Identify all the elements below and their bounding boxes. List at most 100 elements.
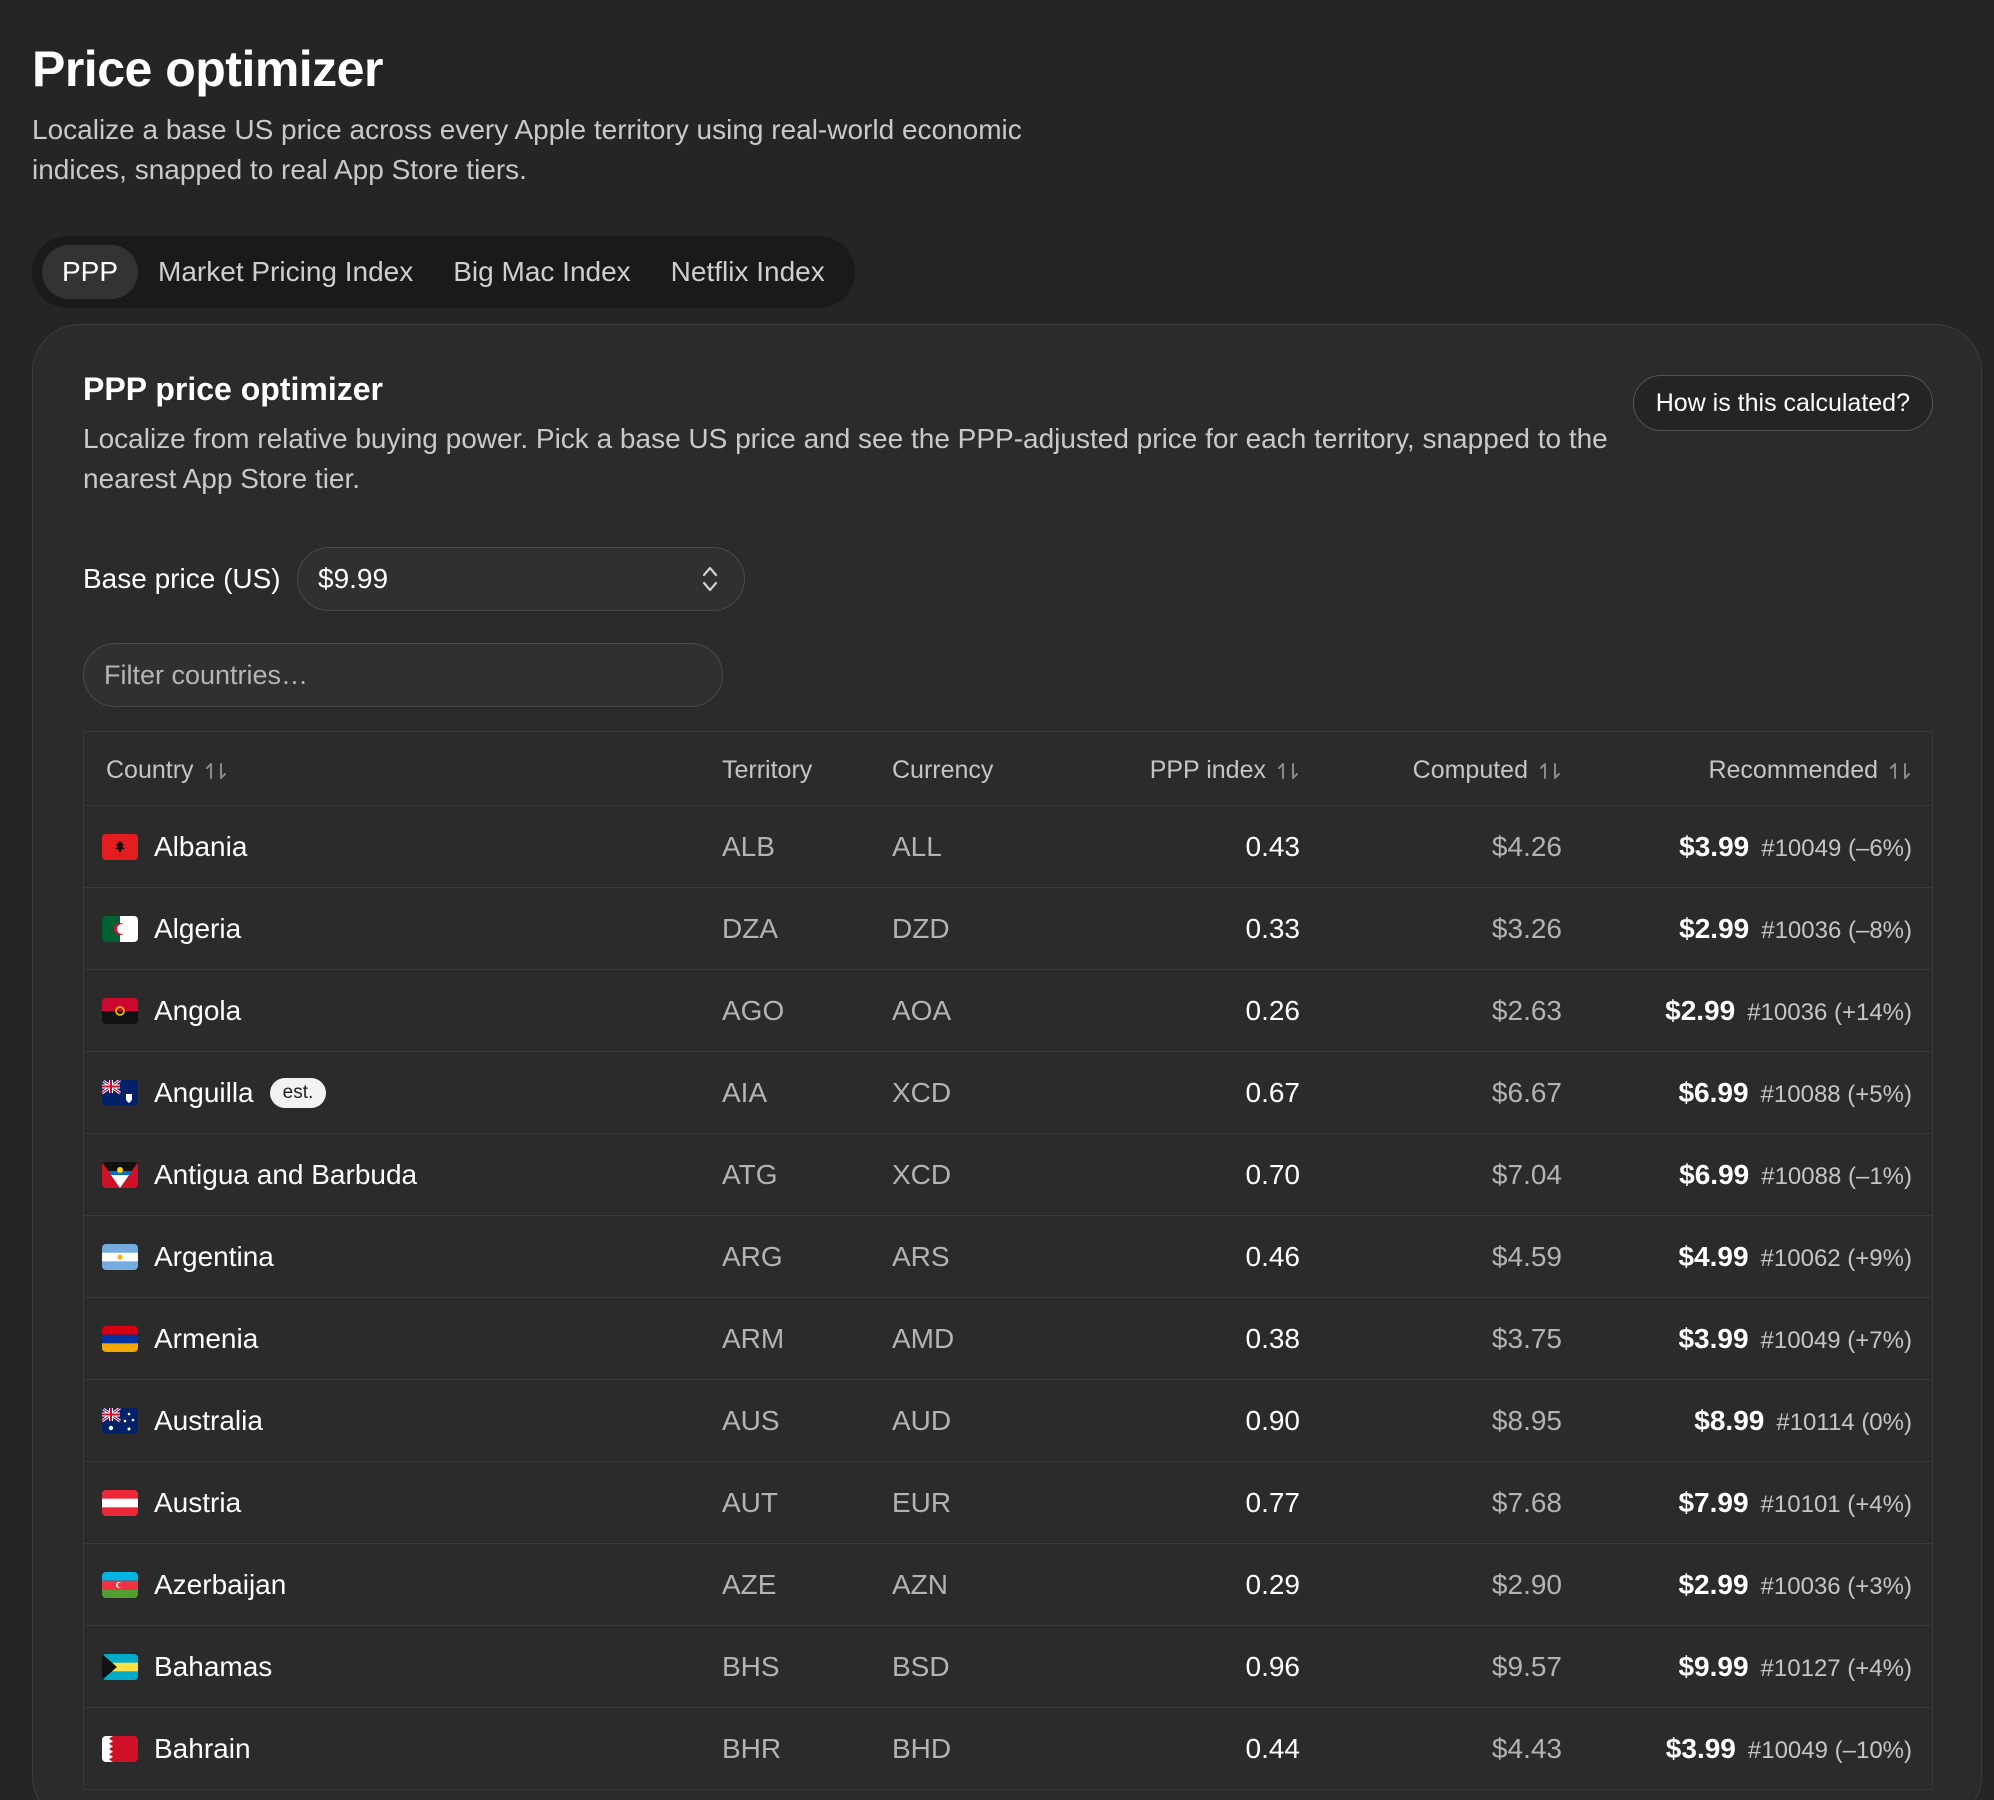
recommended-price: $2.99 xyxy=(1678,1569,1749,1600)
computed-price-cell: $3.75 xyxy=(1491,1323,1562,1354)
recommended-cell: $2.99 #10036 (+14%) xyxy=(1665,970,1912,1052)
country-name: Albania xyxy=(154,831,248,862)
country-cell: Anguilla est. xyxy=(102,1052,327,1134)
column-header-ppp-index[interactable]: PPP index xyxy=(1150,756,1300,785)
recommended-price: $9.99 xyxy=(1678,1651,1749,1682)
tab-market-pricing-index[interactable]: Market Pricing Index xyxy=(138,245,433,299)
recommended-cell: $6.99 #10088 (+5%) xyxy=(1678,1052,1912,1134)
currency-cell: AZN xyxy=(892,1569,948,1600)
recommended-price: $2.99 xyxy=(1679,913,1750,944)
recommended-tier: #10049 (–10%) xyxy=(1747,1737,1912,1764)
column-label: Computed xyxy=(1412,756,1528,784)
recommended-cell: $3.99 #10049 (+7%) xyxy=(1678,1298,1912,1380)
table-body: Albania ALB ALL 0.43 $4.26 $3.99 #10049 (… xyxy=(84,806,1932,1790)
table-row-angola[interactable]: Angola AGO AOA 0.26 $2.63 $2.99 #10036 (+… xyxy=(84,970,1932,1052)
country-name: Bahamas xyxy=(154,1651,273,1682)
pricing-table: Country Territory Currency PPP index Com… xyxy=(83,731,1933,1790)
recommended-price: $2.99 xyxy=(1665,995,1736,1026)
column-header-territory: Territory xyxy=(722,756,812,785)
card-title: PPP price optimizer xyxy=(83,371,383,407)
recommended-tier: #10049 (+7%) xyxy=(1760,1327,1912,1354)
sort-icon xyxy=(205,762,226,779)
recommended-cell: $4.99 #10062 (+9%) xyxy=(1678,1216,1912,1298)
recommended-tier: #10101 (+4%) xyxy=(1760,1491,1912,1518)
computed-price-cell: $4.26 xyxy=(1491,831,1562,862)
computed-price-cell: $3.26 xyxy=(1491,913,1562,944)
territory-cell: BHR xyxy=(722,1733,782,1764)
how-calculated-button[interactable]: How is this calculated? xyxy=(1632,375,1933,431)
tab-ppp[interactable]: PPP xyxy=(42,245,139,299)
ppp-index-cell: 0.46 xyxy=(1245,1241,1301,1272)
flag-anguilla-icon xyxy=(102,1080,138,1106)
column-header-computed[interactable]: Computed xyxy=(1413,756,1562,785)
column-header-recommended[interactable]: Recommended xyxy=(1708,756,1912,785)
flag-armenia-icon xyxy=(102,1326,138,1352)
flag-bahrain-icon xyxy=(102,1736,138,1762)
ppp-index-cell: 0.29 xyxy=(1245,1569,1301,1600)
table-row-austria[interactable]: Austria AUT EUR 0.77 $7.68 $7.99 #10101 (… xyxy=(84,1462,1932,1544)
currency-cell: BSD xyxy=(892,1651,950,1682)
table-row-antigua[interactable]: Antigua and Barbuda ATG XCD 0.70 $7.04 $… xyxy=(84,1134,1932,1216)
country-cell: Bahamas xyxy=(102,1626,272,1708)
flag-azerbaijan-icon xyxy=(102,1572,138,1598)
currency-cell: AMD xyxy=(892,1323,955,1354)
filter-countries-input[interactable] xyxy=(83,643,723,707)
table-row-anguilla[interactable]: Anguilla est. AIA XCD 0.67 $6.67 $6.99 #1… xyxy=(84,1052,1932,1134)
flag-argentina-icon xyxy=(102,1244,138,1270)
recommended-cell: $9.99 #10127 (+4%) xyxy=(1678,1626,1912,1708)
sort-icon xyxy=(1278,762,1298,779)
recommended-tier: #10114 (0%) xyxy=(1776,1409,1912,1436)
country-name: Australia xyxy=(154,1405,263,1436)
flag-angola-icon xyxy=(102,998,138,1024)
country-cell: Australia xyxy=(102,1380,263,1462)
country-name: Anguilla xyxy=(154,1077,254,1108)
tab-netflix-index[interactable]: Netflix Index xyxy=(651,245,845,299)
territory-cell: AGO xyxy=(722,995,785,1026)
territory-cell: AIA xyxy=(722,1077,768,1108)
column-label: Country xyxy=(106,756,194,784)
country-name: Argentina xyxy=(154,1241,274,1272)
computed-price-cell: $7.68 xyxy=(1491,1487,1562,1518)
table-row-bahrain[interactable]: Bahrain BHR BHD 0.44 $4.43 $3.99 #10049 (… xyxy=(84,1708,1932,1790)
computed-price-cell: $2.90 xyxy=(1491,1569,1562,1600)
table-row-albania[interactable]: Albania ALB ALL 0.43 $4.26 $3.99 #10049 (… xyxy=(84,806,1932,888)
currency-cell: ALL xyxy=(892,831,942,862)
territory-cell: AUS xyxy=(722,1405,780,1436)
recommended-tier: #10088 (–1%) xyxy=(1761,1163,1912,1190)
table-row-armenia[interactable]: Armenia ARM AMD 0.38 $3.75 $3.99 #10049 (… xyxy=(84,1298,1932,1380)
computed-price-cell: $2.63 xyxy=(1491,995,1562,1026)
table-row-azerbaijan[interactable]: Azerbaijan AZE AZN 0.29 $2.90 $2.99 #1003… xyxy=(84,1544,1932,1626)
recommended-tier: #10036 (–8%) xyxy=(1761,917,1912,944)
base-price-select[interactable]: $9.99 xyxy=(297,547,745,611)
table-row-bahamas[interactable]: Bahamas BHS BSD 0.96 $9.57 $9.99 #10127 (… xyxy=(84,1626,1932,1708)
tab-big-mac-index[interactable]: Big Mac Index xyxy=(433,245,650,299)
currency-cell: BHD xyxy=(892,1733,952,1764)
country-cell: Armenia xyxy=(102,1298,258,1380)
country-name: Armenia xyxy=(154,1323,259,1354)
country-cell: Angola xyxy=(102,970,241,1052)
column-label: PPP index xyxy=(1149,756,1266,784)
base-price-label: Base price (US) xyxy=(83,563,281,594)
recommended-price: $4.99 xyxy=(1678,1241,1749,1272)
country-cell: Bahrain xyxy=(102,1708,251,1790)
country-cell: Austria xyxy=(102,1462,241,1544)
computed-price-cell: $6.67 xyxy=(1491,1077,1562,1108)
ppp-index-cell: 0.38 xyxy=(1245,1323,1301,1354)
table-row-australia[interactable]: Australia AUS AUD 0.90 $8.95 $8.99 #10114… xyxy=(84,1380,1932,1462)
table-row-argentina[interactable]: Argentina ARG ARS 0.46 $4.59 $4.99 #10062… xyxy=(84,1216,1932,1298)
ppp-index-cell: 0.44 xyxy=(1245,1733,1301,1764)
index-tabs: PPP Market Pricing Index Big Mac Index N… xyxy=(32,236,855,308)
recommended-cell: $3.99 #10049 (–6%) xyxy=(1679,806,1912,888)
recommended-cell: $8.99 #10114 (0%) xyxy=(1694,1380,1912,1462)
flag-austria-icon xyxy=(102,1490,138,1516)
chevron-updown-icon xyxy=(702,566,718,592)
recommended-cell: $2.99 #10036 (–8%) xyxy=(1679,888,1912,970)
recommended-cell: $2.99 #10036 (+3%) xyxy=(1678,1544,1912,1626)
country-cell: Algeria xyxy=(102,888,241,970)
column-header-country[interactable]: Country xyxy=(106,756,228,785)
computed-price-cell: $9.57 xyxy=(1491,1651,1562,1682)
column-header-currency: Currency xyxy=(892,756,993,785)
table-row-algeria[interactable]: Algeria DZA DZD 0.33 $3.26 $2.99 #10036 (… xyxy=(84,888,1932,970)
currency-cell: ARS xyxy=(892,1241,950,1272)
ppp-index-cell: 0.77 xyxy=(1245,1487,1301,1518)
